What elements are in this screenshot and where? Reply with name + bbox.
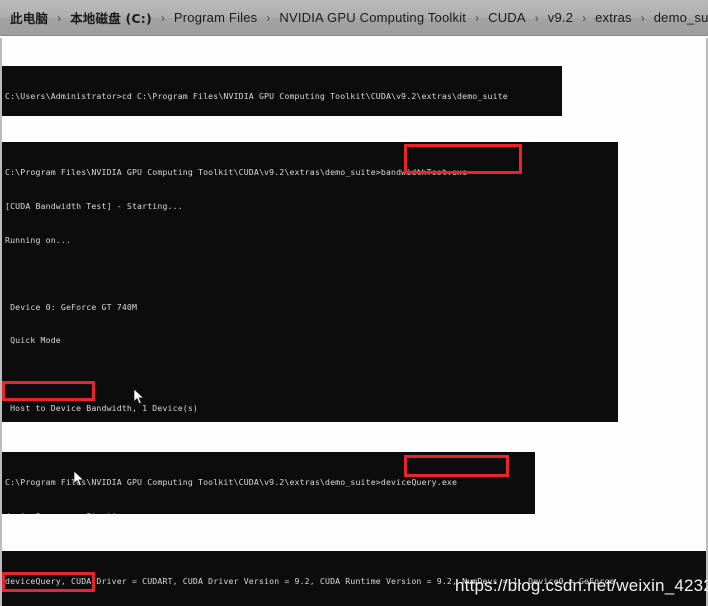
breadcrumb-item-this-pc[interactable]: 此电脑 — [8, 7, 50, 28]
terminal-line: C:\Program Files\NVIDIA GPU Computing To… — [5, 167, 468, 178]
terminal-line: C:\Program Files\NVIDIA GPU Computing To… — [5, 477, 458, 488]
terminal-line: Quick Mode — [5, 335, 61, 346]
breadcrumb[interactable]: 此电脑 › 本地磁盘 (C:) › Program Files › NVIDIA… — [0, 0, 708, 36]
watermark-text-primary: https://blog.csdn.net/weixin_4232 — [455, 576, 708, 595]
breadcrumb-item-local-disk-c[interactable]: 本地磁盘 (C:) — [68, 7, 154, 28]
breadcrumb-item-cuda[interactable]: CUDA — [486, 9, 528, 26]
breadcrumb-item-demo-suite[interactable]: demo_suite — [652, 9, 708, 26]
terminal-line: Host to Device Bandwidth, 1 Device(s) — [5, 402, 199, 413]
terminal-line: C:\Users\Administrator>cd C:\Program Fil… — [5, 91, 508, 102]
terminal-bandwidth-block[interactable]: C:\Program Files\NVIDIA GPU Computing To… — [2, 142, 618, 422]
breadcrumb-separator: › — [266, 10, 271, 25]
breadcrumb-item-program-files[interactable]: Program Files — [172, 9, 260, 26]
breadcrumb-separator: › — [160, 10, 165, 25]
breadcrumb-separator: › — [534, 10, 539, 25]
terminal-devicequery-block[interactable]: C:\Program Files\NVIDIA GPU Computing To… — [2, 452, 535, 514]
terminal-line: deviceQuery.exe Starting... — [5, 511, 535, 514]
breadcrumb-item-v92[interactable]: v9.2 — [546, 9, 575, 26]
terminal-line: Device 0: GeForce GT 740M — [5, 301, 138, 312]
terminal-line: [CUDA Bandwidth Test] - Starting... — [5, 201, 183, 212]
terminal-cd-block[interactable]: C:\Users\Administrator>cd C:\Program Fil… — [2, 66, 562, 116]
breadcrumb-item-extras[interactable]: extras — [593, 9, 634, 26]
breadcrumb-separator: › — [475, 10, 480, 25]
csdn-watermark: https://blog.csdn.net/weixin_42326479 — [455, 576, 708, 596]
breadcrumb-separator: › — [57, 10, 62, 25]
terminal-line: Running on... — [5, 234, 72, 245]
breadcrumb-separator: › — [640, 10, 645, 25]
breadcrumb-item-nvidia-gpu-computing-toolkit[interactable]: NVIDIA GPU Computing Toolkit — [277, 9, 468, 26]
breadcrumb-separator: › — [582, 10, 587, 25]
